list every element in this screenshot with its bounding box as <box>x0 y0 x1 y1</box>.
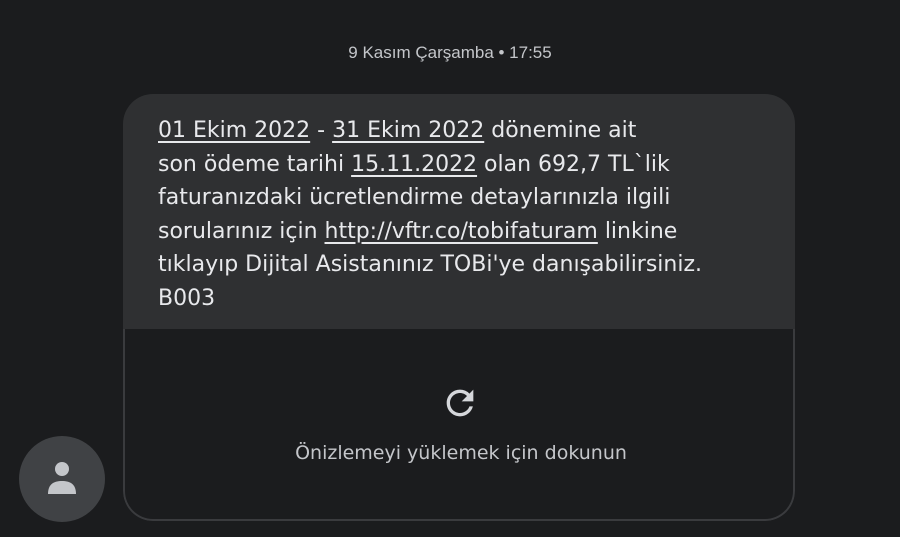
message-link[interactable]: 31 Ekim 2022 <box>332 118 484 143</box>
message-line: son ödeme tarihi 15.11.2022 olan 692,7 T… <box>158 148 775 182</box>
message-text-segment: son ödeme tarihi <box>158 151 352 177</box>
message-text-segment: olan 692,7 TL`lik <box>477 151 670 177</box>
message-line: 01 Ekim 2022 - 31 Ekim 2022 dönemine ait <box>158 114 775 148</box>
message-line: tıklayıp Dijital Asistanınız TOBi'ye dan… <box>158 248 775 282</box>
refresh-icon <box>446 389 474 417</box>
message-text-segment: sorularınız için <box>158 218 325 244</box>
contact-avatar[interactable] <box>19 436 105 522</box>
message-screen: 9 Kasım Çarşamba • 17:55 01 Ekim 2022 - … <box>0 0 900 537</box>
message-line: faturanızdaki ücretlendirme detaylarınız… <box>158 181 775 215</box>
link-preview[interactable]: Önizlemeyi yüklemek için dokunun <box>123 329 795 521</box>
message-bubble[interactable]: 01 Ekim 2022 - 31 Ekim 2022 dönemine ait… <box>123 94 795 521</box>
message-text-segment: faturanızdaki ücretlendirme detaylarınız… <box>158 185 671 210</box>
person-icon <box>48 462 76 494</box>
message-text: 01 Ekim 2022 - 31 Ekim 2022 dönemine ait… <box>123 94 795 329</box>
date-header: 9 Kasım Çarşamba • 17:55 <box>348 43 552 62</box>
message-line: sorularınız için http://vftr.co/tobifatu… <box>158 215 775 249</box>
message-text-segment: tıklayıp Dijital Asistanınız TOBi'ye dan… <box>158 252 703 277</box>
message-text-segment: linkine <box>597 218 678 244</box>
message-text-segment: dönemine ait <box>484 118 637 143</box>
preview-label: Önizlemeyi yüklemek için dokunun <box>295 442 627 464</box>
message-link[interactable]: 01 Ekim 2022 <box>158 118 310 143</box>
message-text-segment: - <box>310 118 333 143</box>
message-line: B003 <box>158 282 775 316</box>
message-link[interactable]: 15.11.2022 <box>351 152 477 177</box>
message-text-segment: B003 <box>158 285 216 311</box>
message-link[interactable]: http://vftr.co/tobifaturam <box>325 219 598 244</box>
